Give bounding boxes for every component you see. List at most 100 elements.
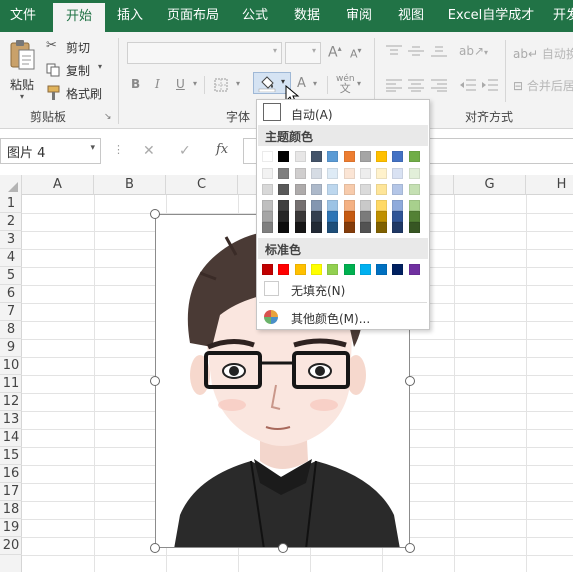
theme-color-swatch[interactable] (294, 168, 306, 179)
resize-handle-bottom-left[interactable] (150, 543, 160, 553)
theme-color-swatch[interactable] (343, 168, 355, 179)
theme-color-swatch[interactable] (408, 151, 420, 162)
standard-color-swatch[interactable] (343, 264, 355, 275)
row-header-19[interactable]: 19 (0, 519, 22, 537)
theme-color-swatch[interactable] (359, 184, 371, 195)
italic-button[interactable]: I (155, 77, 160, 91)
row-header-1[interactable]: 1 (0, 195, 22, 213)
theme-color-swatch[interactable] (392, 211, 404, 222)
underline-dropdown-arrow-icon[interactable]: ▾ (193, 79, 197, 88)
row-header-14[interactable]: 14 (0, 429, 22, 447)
theme-color-swatch[interactable] (310, 151, 322, 162)
theme-color-swatch[interactable] (376, 211, 388, 222)
theme-color-swatch[interactable] (376, 151, 388, 162)
theme-color-swatch[interactable] (262, 168, 273, 179)
column-header-c[interactable]: C (166, 175, 238, 195)
theme-color-swatch[interactable] (392, 151, 404, 162)
theme-color-swatch[interactable] (343, 200, 355, 211)
resize-handle-top-left[interactable] (150, 209, 160, 219)
name-box[interactable]: 图片 4 ▾ (0, 138, 101, 164)
theme-color-swatch[interactable] (408, 222, 420, 233)
tab-developer[interactable]: 开发 (546, 0, 573, 32)
decrease-indent-button[interactable] (459, 78, 477, 95)
theme-color-swatch[interactable] (327, 151, 339, 162)
automatic-color-option[interactable]: 自动(A) (258, 102, 428, 124)
row-header-9[interactable]: 9 (0, 339, 22, 357)
theme-color-swatch[interactable] (359, 200, 371, 211)
theme-color-swatch[interactable] (262, 211, 273, 222)
theme-color-swatch[interactable] (343, 222, 355, 233)
increase-indent-button[interactable] (481, 78, 499, 95)
theme-color-swatch[interactable] (278, 200, 290, 211)
theme-color-swatch[interactable] (408, 200, 420, 211)
theme-color-swatch[interactable] (327, 211, 339, 222)
theme-color-swatch[interactable] (359, 168, 371, 179)
standard-color-swatch[interactable] (408, 264, 420, 275)
wrap-text-button[interactable]: ab↵ 自动换行 (513, 45, 573, 62)
row-header-11[interactable]: 11 (0, 375, 22, 393)
theme-color-swatch[interactable] (294, 222, 306, 233)
theme-color-swatch[interactable] (343, 211, 355, 222)
theme-color-swatch[interactable] (262, 151, 273, 162)
underline-button[interactable]: U (176, 77, 185, 91)
row-header-4[interactable]: 4 (0, 249, 22, 267)
theme-color-swatch[interactable] (278, 168, 290, 179)
row-header-3[interactable]: 3 (0, 231, 22, 249)
no-fill-option[interactable]: 无填充(N) (258, 278, 428, 300)
more-colors-option[interactable]: 其他颜色(M)... (258, 306, 428, 328)
phonetic-dropdown-arrow-icon[interactable]: ▾ (357, 79, 361, 88)
theme-color-swatch[interactable] (359, 211, 371, 222)
resize-handle-bottom-right[interactable] (405, 543, 415, 553)
increase-font-size-button[interactable]: A▴ (328, 44, 342, 61)
theme-color-swatch[interactable] (278, 222, 290, 233)
theme-color-swatch[interactable] (294, 211, 306, 222)
column-header-b[interactable]: B (94, 175, 166, 195)
theme-color-swatch[interactable] (310, 184, 322, 195)
tab-page-layout[interactable]: 页面布局 (160, 0, 226, 32)
tab-data[interactable]: 数据 (284, 0, 330, 32)
chevron-down-icon[interactable]: ▾ (90, 143, 95, 153)
theme-color-swatch[interactable] (359, 151, 371, 162)
theme-color-swatch[interactable] (294, 151, 306, 162)
clipboard-launcher-icon[interactable]: ↘ (104, 112, 112, 122)
tab-view[interactable]: 视图 (388, 0, 434, 32)
theme-color-swatch[interactable] (262, 200, 273, 211)
theme-color-swatch[interactable] (278, 211, 290, 222)
row-header-5[interactable]: 5 (0, 267, 22, 285)
align-bottom-button[interactable] (430, 44, 448, 61)
tab-insert[interactable]: 插入 (107, 0, 153, 32)
font-size-dropdown[interactable]: ▾ (285, 42, 321, 64)
standard-color-swatch[interactable] (327, 264, 339, 275)
row-header-6[interactable]: 6 (0, 285, 22, 303)
theme-color-swatch[interactable] (343, 151, 355, 162)
theme-color-swatch[interactable] (262, 222, 273, 233)
copy-dropdown-arrow-icon[interactable]: ▾ (98, 62, 102, 71)
column-header-g[interactable]: G (454, 175, 526, 195)
tab-home[interactable]: 开始 (53, 3, 105, 32)
align-right-button[interactable] (430, 78, 448, 95)
theme-color-swatch[interactable] (392, 222, 404, 233)
phonetic-guide-button[interactable]: wén 文 (336, 74, 355, 94)
row-header-8[interactable]: 8 (0, 321, 22, 339)
standard-color-swatch[interactable] (294, 264, 306, 275)
tab-review[interactable]: 审阅 (336, 0, 382, 32)
theme-color-swatch[interactable] (408, 168, 420, 179)
theme-color-swatch[interactable] (262, 184, 273, 195)
theme-color-swatch[interactable] (343, 184, 355, 195)
theme-color-swatch[interactable] (376, 200, 388, 211)
theme-color-swatch[interactable] (327, 222, 339, 233)
resize-handle-right[interactable] (405, 376, 415, 386)
tab-file[interactable]: 文件 (0, 0, 46, 32)
tab-excel-self-study[interactable]: Excel自学成才 (440, 0, 542, 32)
theme-color-swatch[interactable] (392, 184, 404, 195)
align-left-button[interactable] (385, 78, 403, 95)
confirm-entry-button[interactable]: ✓ (179, 143, 191, 159)
theme-color-swatch[interactable] (408, 184, 420, 195)
theme-color-swatch[interactable] (359, 222, 371, 233)
row-header-10[interactable]: 10 (0, 357, 22, 375)
paste-dropdown-arrow-icon[interactable]: ▾ (20, 92, 24, 101)
resize-handle-left[interactable] (150, 376, 160, 386)
row-header-17[interactable]: 17 (0, 483, 22, 501)
cancel-entry-button[interactable]: ✕ (143, 143, 155, 159)
theme-color-swatch[interactable] (327, 168, 339, 179)
